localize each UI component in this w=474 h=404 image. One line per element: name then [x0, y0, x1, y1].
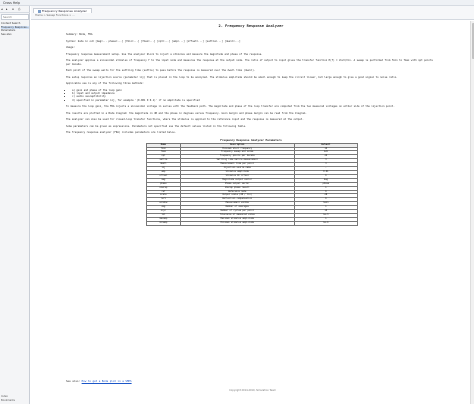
paragraph: Some parameters can be given as expressi…	[66, 124, 247, 128]
document-icon	[38, 9, 41, 13]
print-icon[interactable]: ⎙	[18, 7, 20, 11]
paragraph: The analyzer can also be used for closed…	[66, 118, 304, 122]
window-title: Cross Help	[3, 1, 21, 5]
bullet-list: a) gain and phase of the loop gainb) inp…	[72, 89, 436, 103]
document-page: 2. Frequency Response Analyzer Summary: …	[31, 21, 474, 404]
see-also: See also: How to get a Bode plot in a SM…	[66, 380, 132, 383]
paragraph: The frequency response analyzer (FRA) in…	[66, 131, 177, 135]
page-title: 2. Frequency Response Analyzer	[218, 24, 284, 28]
document-content: 2. Frequency Response Analyzer Summary: …	[66, 24, 436, 226]
table-cell: 1e-4	[293, 220, 359, 226]
tab-document[interactable]: Frequency Response Analyzer	[33, 8, 92, 13]
sidebar: ◂ ▸ ⌂ ⎙ Search Content Search Frequency R…	[0, 6, 30, 404]
table-caption: Frequency Response Analyzer Parameters	[220, 137, 282, 142]
vertical-scrollbar[interactable]	[470, 21, 474, 404]
toc-item[interactable]: See also	[1, 33, 29, 37]
paragraph: Each point of the sweep waits for the se…	[66, 69, 256, 72]
breadcrumb: Home > Sweep Functions > ...	[35, 14, 75, 17]
sidebar-footer-item[interactable]: Bookmarks	[1, 399, 29, 403]
back-icon[interactable]: ◂	[1, 7, 3, 11]
paragraph: To measure the loop gain, the FRA inject…	[66, 105, 395, 109]
bullet-item: d) specified in parameter inj, for examp…	[72, 99, 436, 102]
sidebar-footer: Index Bookmarks	[1, 395, 29, 402]
page-footer: Copyright 2014-2019, Simulation Team	[229, 389, 276, 392]
see-also-label: See also:	[66, 380, 81, 383]
paragraph: The setup requires an injection source (…	[66, 75, 398, 79]
forward-icon[interactable]: ▸	[6, 7, 8, 11]
search-input[interactable]: Search	[1, 14, 29, 20]
table-row: minamp Minimum stimulus amplitude 1e-4	[146, 220, 359, 226]
paragraph: Usage:	[66, 46, 75, 49]
paragraph: The analyzer applies a sinusoidal stimul…	[66, 59, 433, 66]
tab-row: Frequency Response Analyzer	[33, 8, 92, 13]
paragraph: Frequency response measurement setup. Us…	[66, 52, 263, 56]
table-cell: Minimum stimulus amplitude	[179, 220, 295, 226]
paragraph: Applicable use is any of the following t…	[66, 82, 144, 85]
see-also-link[interactable]: How to get a Bode plot in a SMPS	[82, 380, 132, 383]
sidebar-toolbar: ◂ ▸ ⌂ ⎙	[0, 6, 30, 13]
paragraph: Syntax: bode in out [mag=... phase=...] …	[66, 39, 241, 43]
paragraph: The results are plotted in a Bode diagra…	[66, 111, 307, 115]
table-cell: minamp	[146, 220, 181, 226]
tab-label: Frequency Response Analyzer	[42, 9, 87, 13]
document-topbar: Frequency Response Analyzer Home > Sweep…	[31, 6, 474, 20]
paragraph: Summary: Bode, FRA	[66, 33, 93, 36]
parameters-table: Name Description Default fmin Minimum start…	[146, 142, 359, 226]
toc-tree: Content Search Frequency Response... Para…	[1, 22, 29, 52]
home-icon[interactable]: ⌂	[12, 7, 14, 11]
